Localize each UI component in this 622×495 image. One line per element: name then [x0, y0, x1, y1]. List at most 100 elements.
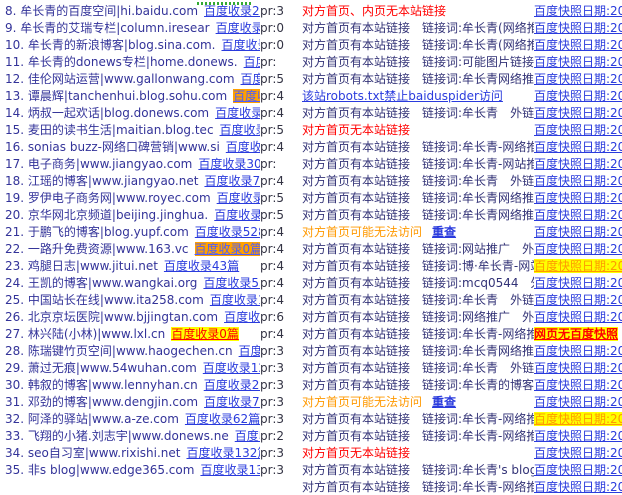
anchor-keyword: 链接词:网站推广	[422, 242, 511, 256]
baidu-collect-link[interactable]: 百度收录0篇	[194, 242, 260, 256]
snapshot-date-link[interactable]: 百度快照日期:2008-9-14	[534, 72, 622, 86]
snapshot-date-link[interactable]: 百度快照日期:2008-9-14	[534, 38, 622, 52]
site-cell: 22. 一路升免费资源|www.163.vc 百度收录0篇	[0, 240, 260, 257]
baidu-collect-link[interactable]: 百度收录721篇	[204, 174, 260, 188]
baidu-collect-link[interactable]: 百度收录156000篇	[244, 55, 260, 69]
snapshot-date-link[interactable]: 百度快照日期:2008-9-14	[534, 446, 622, 460]
recheck-link[interactable]: 重查	[432, 395, 456, 409]
snapshot-date-link[interactable]: 百度快照日期:2008-9-14	[534, 106, 622, 120]
snapshot-date-link[interactable]: 百度快照日期:2008-9-14	[534, 395, 622, 409]
baidu-collect-link[interactable]: 百度收录21500篇	[214, 208, 260, 222]
baidu-collect-link[interactable]: 百度收录2000000篇	[204, 4, 260, 18]
snapshot-date-link[interactable]: 百度快照日期:2008-9-14	[534, 208, 622, 222]
snapshot-date-link[interactable]: 百度快照日期:2008-9-9	[534, 140, 622, 154]
baidu-collect-link[interactable]: 百度收录1000篇	[241, 72, 260, 86]
snapshot-date-link[interactable]: 百度快照日期:2008-9-14	[534, 123, 622, 137]
snapshot-date-link[interactable]: 百度快照日期:2008-9-14	[534, 157, 622, 171]
baidu-collect-link[interactable]: 百度收录130篇	[200, 463, 260, 477]
robots-blocked-link[interactable]: 该站robots.txt禁止baiduspider访问	[302, 89, 503, 103]
pagerank-value: pr:	[260, 156, 277, 171]
snapshot-date-link[interactable]: 百度快照日期:2008-9-4	[534, 259, 622, 273]
snapshot-date-link[interactable]: 百度快照日期:2008-9-13	[534, 344, 622, 358]
snapshot-date-link[interactable]: 百度快照日期:2008-9-14	[534, 378, 622, 392]
site-cell: 19. 罗伊电子商务网|www.royec.com 百度收录276篇	[0, 189, 260, 206]
snapshot-cell: 百度快照日期:2008-9-14	[534, 444, 622, 461]
baidu-collect-link[interactable]: 百度收录575篇	[235, 429, 260, 443]
backlink-count: 外链数:50	[510, 293, 534, 307]
pagerank-value: pr:5	[260, 71, 285, 86]
snapshot-date-link[interactable]: 百度快照日期:2008-9-14	[534, 310, 622, 324]
snapshot-date-link[interactable]: 百度快照日期:2008-9-14	[534, 191, 622, 205]
snapshot-date-link[interactable]: 百度快照日期:2008-9-14	[534, 242, 622, 256]
snapshot-cell: 百度快照日期:2008-9-14	[534, 70, 622, 87]
status-cell: 对方首页有本站链接链接词:牟长青网络推广外链数:17	[302, 342, 534, 359]
snapshot-date-link[interactable]: 百度快照日期:2008-9-14	[534, 361, 622, 375]
snapshot-date-link[interactable]: 百度快照日期:2008-9-11	[534, 293, 622, 307]
baidu-collect-link[interactable]: 百度收录45000篇	[216, 21, 260, 35]
baidu-collect-link[interactable]: 百度收录206篇	[204, 378, 260, 392]
status-cell: 对方首页有本站链接链接词:牟长青外链数:38	[302, 172, 534, 189]
site-name: 24. 王凯的博客|www.wangkai.org	[5, 276, 198, 290]
snapshot-date-link[interactable]: 百度快照日期:2008-9-14	[534, 225, 622, 239]
snapshot-date-link[interactable]: 百度快照日期:2008-9-14	[534, 4, 622, 18]
snapshot-date-link[interactable]: 百度快照日期:2008-9-14	[534, 21, 622, 35]
baidu-collect-link[interactable]: 百度收录43篇	[164, 259, 239, 273]
snapshot-date-link[interactable]: 百度快照日期:2008-9-12	[534, 174, 622, 188]
snapshot-date-link[interactable]: 百度快照日期:2008-9-14	[534, 55, 622, 69]
baidu-collect-link[interactable]: 百度收录30篇	[198, 157, 260, 171]
pagerank-value	[260, 478, 302, 495]
baidu-collect-link[interactable]: 百度收录1720篇	[210, 293, 260, 307]
recheck-link[interactable]: 重查	[432, 225, 456, 239]
status-cell: 对方首页有本站链接链接词:牟长青外链数:50	[302, 291, 534, 308]
anchor-keyword: 链接词:牟长青	[422, 361, 499, 375]
snapshot-cell: 百度快照日期:2008-9-14	[534, 121, 622, 138]
status-has-link: 对方首页有本站链接	[302, 463, 411, 477]
baidu-collect-link[interactable]: 百度收录62篇	[185, 412, 260, 426]
site-cell	[0, 478, 260, 495]
snapshot-date-link[interactable]: 百度快照日期:2008-9-10	[534, 89, 622, 103]
anchor-keyword: 链接词:牟长青	[422, 174, 499, 188]
no-snapshot-link[interactable]: 网页无百度快照	[534, 327, 619, 341]
table-row: 33. 飞翔的小猪.刘志宇|www.donews.ne 百度收录575篇pr:2 对…	[0, 427, 622, 444]
baidu-collect-link[interactable]: 百度收录103篇	[226, 140, 260, 154]
site-name: 11. 牟长青的donews专栏|home.donews.	[5, 55, 238, 69]
baidu-collect-link[interactable]: 百度收录276篇	[217, 191, 260, 205]
status-cell: 对方首页有本站链接链接词:牟长青网络推广外链数:40	[302, 189, 534, 206]
baidu-collect-link[interactable]: 百度收录443000篇	[215, 106, 260, 120]
status-cell: 对方首页有本站链接链接词:牟长青网络推广外链数:47	[302, 206, 534, 223]
baidu-collect-link[interactable]: 百度收录5篇	[233, 89, 260, 103]
status-no-link: 对方首页无本站链接	[302, 123, 411, 137]
snapshot-cell: 百度快照日期:2008-9-14	[534, 274, 622, 291]
snapshot-date-link[interactable]: 百度快照日期:2008-9-14	[534, 463, 622, 477]
anchor-keyword: 链接词:牟长青-网络推广经	[422, 429, 534, 443]
baidu-collect-link[interactable]: 百度收录0篇	[171, 327, 239, 341]
snapshot-date-link[interactable]: 百度快照日期:2008-9-14	[534, 429, 622, 443]
snapshot-cell: 百度快照日期:2008-9-14	[534, 104, 622, 121]
table-row: 8. 牟长青的百度空间|hi.baidu.com 百度收录2000000篇pr:3…	[0, 2, 622, 19]
baidu-collect-link[interactable]: 百度收录173篇	[220, 123, 260, 137]
baidu-collect-link[interactable]: 百度收录528篇	[195, 225, 260, 239]
snapshot-cell: 百度快照日期:2008-9-14	[534, 478, 622, 495]
snapshot-cell: 百度快照日期:2008-9-10	[534, 87, 622, 104]
site-name: 33. 飞翔的小猪.刘志宇|www.donews.ne	[5, 429, 229, 443]
anchor-keyword: 链接词:牟长青网络推广	[422, 72, 534, 86]
baidu-collect-link[interactable]: 百度收录132篇	[186, 446, 260, 460]
table-row: 10. 牟长青的新浪博客|blog.sina.com. 百度收录23200000篇…	[0, 36, 622, 53]
snapshot-date-link[interactable]: 百度快照日期:2008-9-14	[534, 276, 622, 290]
status-cell: 对方首页有本站链接链接词:牟长青-网络推广经外链数:41	[302, 478, 534, 495]
snapshot-date-link[interactable]: 百度快照日期:2008-9-2	[534, 412, 622, 426]
status-has-link: 对方首页有本站链接	[302, 21, 411, 35]
baidu-collect-link[interactable]: 百度收录2030篇	[224, 310, 260, 324]
status-has-link: 对方首页有本站链接	[302, 242, 411, 256]
baidu-collect-link[interactable]: 百度收录23200000篇	[221, 38, 260, 52]
baidu-collect-link[interactable]: 百度收录709篇	[204, 395, 260, 409]
status-cell: 该站robots.txt禁止baiduspider访问	[302, 87, 534, 104]
pagerank-value: pr:3	[260, 360, 285, 375]
snapshot-date-link[interactable]: 百度快照日期:2008-9-14	[534, 480, 622, 494]
baidu-collect-link[interactable]: 百度收录533篇	[203, 276, 260, 290]
status-cell: 对方首页可能无法访问 重查	[302, 223, 534, 240]
baidu-collect-link[interactable]: 百度收录12000篇	[203, 361, 260, 375]
link-check-table-body: 8. 牟长青的百度空间|hi.baidu.com百度收录2000000篇pr:3…	[0, 2, 622, 495]
baidu-collect-link[interactable]: 百度收录226篇	[239, 344, 260, 358]
site-name: 19. 罗伊电子商务网|www.royec.com	[5, 191, 211, 205]
